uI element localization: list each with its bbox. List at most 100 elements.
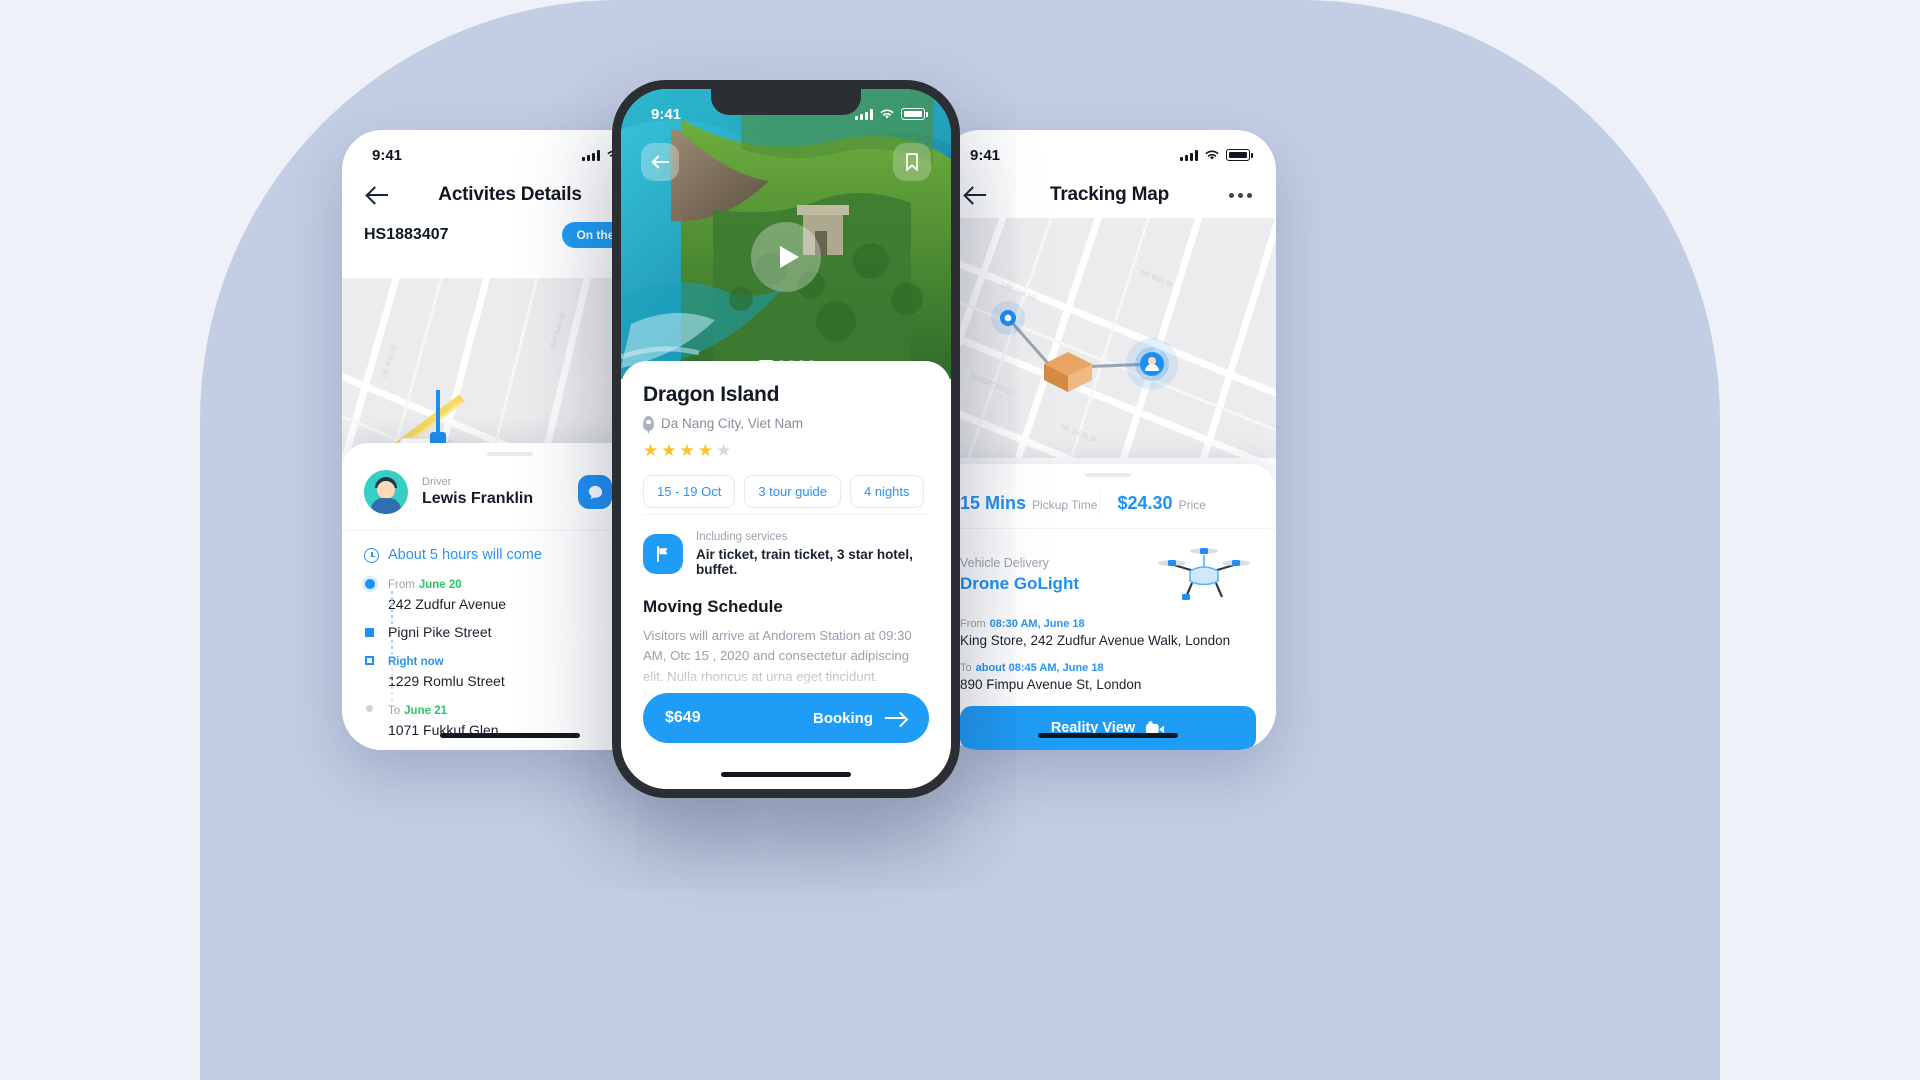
services-meta: Including services Air ticket, train tic… (696, 531, 929, 577)
reality-view-button[interactable]: Reality View (960, 706, 1256, 750)
back-button[interactable] (641, 143, 679, 181)
center-status-indicators (855, 108, 928, 120)
driver-meta: Driver Lewis Franklin (422, 476, 533, 508)
battery-icon (901, 108, 928, 120)
right-navbar: Tracking Map (940, 172, 1276, 218)
bookmark-icon (906, 153, 918, 171)
price-label: Price (1178, 498, 1206, 512)
vehicle-name: Drone GoLight (960, 573, 1079, 593)
avatar (364, 470, 408, 514)
star-icon: ★ (643, 441, 659, 460)
eta-text: About 5 hours will come (388, 547, 542, 563)
signal-icon (1180, 149, 1198, 161)
timeline-address: 242 Zudfur Avenue (388, 596, 507, 612)
play-button[interactable] (751, 222, 821, 292)
right-status-indicators (1180, 149, 1253, 161)
star-icon: ★ (661, 441, 677, 460)
left-page-title: Activites Details (438, 184, 582, 205)
timeline-connector (390, 668, 393, 703)
pickup-time-label: Pickup Time (1032, 498, 1098, 512)
right-status-bar: 9:41 (940, 130, 1276, 172)
center-phone-dragon-island: 9:41 Dragon Island Da Nang City, Viet Na… (612, 80, 960, 798)
more-options-icon[interactable] (1229, 192, 1252, 198)
back-icon[interactable] (964, 182, 990, 208)
right-map[interactable]: 19th Ave NE NE 95th St RIDGECREST NE 150… (940, 218, 1276, 458)
right-page-title: Tracking Map (1049, 184, 1170, 205)
booking-label: Booking (813, 709, 873, 727)
shipment-code: HS1883407 (364, 226, 449, 243)
to-address: 890 Fimpu Avenue St, London (960, 677, 1142, 692)
star-icon-empty: ★ (716, 441, 732, 460)
chat-icon[interactable] (578, 475, 612, 509)
booking-bar[interactable]: $649 Booking (643, 693, 929, 743)
location-text: Da Nang City, Viet Nam (661, 416, 804, 431)
schedule-text: Visitors will arrive at Andorem Station … (643, 628, 919, 698)
timeline-head: From June 20 (388, 579, 462, 591)
route-addresses: From 08:30 AM, June 18 King Store, 242 Zu… (940, 612, 1276, 692)
from-address: King Store, 242 Zudfur Avenue Walk, Lond… (960, 633, 1231, 648)
from-head: From 08:30 AM, June 18 (960, 618, 1085, 630)
back-icon[interactable] (366, 182, 392, 208)
schedule-heading: Moving Schedule (643, 597, 783, 616)
trip-chips: 15 - 19 Oct 3 tour guide 4 nights (643, 475, 929, 508)
wifi-icon (880, 109, 894, 119)
star-icon: ★ (697, 441, 713, 460)
delivery-person-marker (1126, 338, 1178, 390)
timeline-dot-current (364, 652, 375, 689)
driver-name: Lewis Franklin (422, 490, 534, 507)
signal-icon (855, 108, 873, 120)
chip-guides[interactable]: 3 tour guide (744, 475, 841, 508)
home-indicator (721, 772, 851, 777)
price-stat: $24.30 Price (1098, 493, 1257, 514)
left-status-time: 9:41 (372, 146, 403, 164)
clock-icon (364, 547, 379, 563)
place-location: Da Nang City, Viet Nam (643, 416, 929, 431)
timeline-dot-stop (364, 624, 375, 640)
center-screen: 9:41 Dragon Island Da Nang City, Viet Na… (621, 89, 951, 789)
chip-dates[interactable]: 15 - 19 Oct (643, 475, 736, 508)
booking-action[interactable]: Booking (813, 710, 907, 727)
timeline-dot-destination (364, 701, 375, 738)
home-indicator (440, 733, 580, 738)
rating-stars: ★ ★ ★ ★ ★ (643, 441, 929, 461)
flag-icon (643, 534, 683, 574)
trip-stats: 15 Mins Pickup Time $24.30 Price (940, 477, 1276, 528)
driver-label: Driver (422, 476, 452, 488)
place-title: Dragon Island (643, 383, 780, 406)
timeline-address: 1229 Romlu Street (388, 673, 505, 689)
services-label: Including services (696, 531, 788, 543)
timeline-connector (390, 591, 393, 626)
pickup-time-value: 15 Mins (960, 493, 1027, 513)
bookmark-button[interactable] (893, 143, 931, 181)
drone-icon (1152, 543, 1256, 606)
timeline-head-now: Right now (388, 656, 444, 668)
vehicle-meta: Vehicle Delivery Drone GoLight (960, 556, 1079, 594)
signal-icon (582, 149, 600, 161)
timeline-head: To June 21 (388, 705, 447, 717)
home-indicator (1038, 733, 1178, 738)
timeline-dot-origin (364, 575, 375, 612)
right-bottom-sheet: 15 Mins Pickup Time $24.30 Price Vehicle… (940, 464, 1276, 750)
vehicle-label: Vehicle Delivery (960, 555, 1049, 570)
timeline-address: Pigni Pike Street (388, 624, 492, 640)
phones-stage: 9:41 Activites Details HS1883407 On the … (0, 0, 1920, 1080)
to-head: To about 08:45 AM, June 18 (960, 662, 1104, 674)
battery-icon (1226, 149, 1253, 161)
arrow-right-icon (885, 712, 907, 724)
price-value: $24.30 (1117, 493, 1173, 513)
right-status-time: 9:41 (970, 146, 1001, 164)
right-phone-tracking-map: 9:41 Tracking Map 19th Ave NE NE 95th St… (940, 130, 1276, 750)
wifi-icon (1205, 150, 1219, 160)
chip-nights[interactable]: 4 nights (849, 475, 924, 508)
right-map-artwork: 19th Ave NE NE 95th St RIDGECREST NE 150… (940, 218, 1276, 458)
star-icon: ★ (679, 441, 695, 460)
device-notch (711, 89, 861, 115)
location-pin-icon (643, 416, 654, 431)
hero-image[interactable]: 9:41 (621, 89, 951, 379)
booking-price: $649 (665, 709, 701, 726)
origin-marker (991, 301, 1025, 335)
pickup-time-stat: 15 Mins Pickup Time (960, 493, 1099, 514)
vehicle-row: Vehicle Delivery Drone GoLight (940, 528, 1276, 612)
back-arrow-icon (651, 155, 669, 169)
services-value: Air ticket, train ticket, 3 star hotel, … (696, 547, 913, 577)
